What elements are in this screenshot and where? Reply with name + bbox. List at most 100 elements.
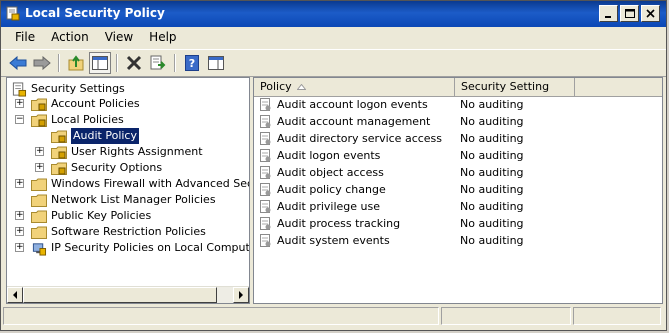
list-item[interactable]: Audit account management No auditing <box>254 113 662 130</box>
locked-folder-icon <box>51 130 67 143</box>
arrow-right-icon <box>239 291 243 299</box>
policy-setting: No auditing <box>460 149 524 162</box>
back-button[interactable] <box>7 52 29 74</box>
delete-button[interactable] <box>123 52 145 74</box>
scroll-left-button[interactable] <box>7 287 23 303</box>
toolbar-separator <box>58 54 60 72</box>
tree-expander[interactable]: + <box>15 227 24 236</box>
locked-folder-icon <box>31 98 47 111</box>
policy-name: Audit directory service access <box>277 132 443 145</box>
tree-item-label: Public Key Policies <box>51 209 152 222</box>
list-item[interactable]: Audit directory service access No auditi… <box>254 130 662 147</box>
up-one-level-button[interactable] <box>65 52 87 74</box>
tree-item-public-key-policies[interactable]: Public Key Policies <box>31 208 151 224</box>
list-item[interactable]: Audit process tracking No auditing <box>254 215 662 232</box>
delete-x-icon <box>126 55 142 71</box>
policy-setting: No auditing <box>460 132 524 145</box>
arrow-left-icon <box>13 291 17 299</box>
tree-item-network-list-manager[interactable]: Network List Manager Policies <box>31 192 216 208</box>
minimize-icon <box>605 16 611 18</box>
tree-root[interactable]: Security Settings <box>11 81 125 97</box>
tree-item-label: Network List Manager Policies <box>51 193 216 206</box>
show-hide-console-tree-button[interactable] <box>89 52 111 74</box>
help-button[interactable]: ? <box>181 52 203 74</box>
tree-expander[interactable]: + <box>35 163 44 172</box>
title-bar[interactable]: Local Security Policy <box>1 1 666 27</box>
show-action-pane-button[interactable] <box>205 52 227 74</box>
menu-view[interactable]: View <box>97 30 141 44</box>
tree-item-ip-security[interactable]: IP Security Policies on Local Computer <box>31 240 249 256</box>
policy-icon <box>260 131 271 145</box>
toolbar: ? <box>1 49 666 77</box>
policy-icon <box>260 233 271 247</box>
column-header-label: Policy <box>260 80 292 93</box>
tree-expander[interactable]: + <box>15 211 24 220</box>
locked-folder-open-icon <box>31 114 47 127</box>
back-arrow-icon <box>9 56 27 70</box>
menu-help[interactable]: Help <box>141 30 184 44</box>
tree-item-user-rights-assignment[interactable]: User Rights Assignment <box>51 144 203 160</box>
security-settings-icon <box>12 81 27 97</box>
tree-expander[interactable]: + <box>35 147 44 156</box>
tree-item-windows-firewall[interactable]: Windows Firewall with Advanced Security <box>31 176 249 192</box>
policy-icon <box>260 199 271 213</box>
status-panel <box>441 307 571 325</box>
policy-setting: No auditing <box>460 234 524 247</box>
tree-expander[interactable]: + <box>15 179 24 188</box>
toolbar-separator <box>116 54 118 72</box>
folder-icon <box>31 194 47 207</box>
tree-item-label: Security Options <box>71 161 163 174</box>
tree-item-security-options[interactable]: Security Options <box>51 160 162 176</box>
forward-button[interactable] <box>31 52 53 74</box>
list-item[interactable]: Audit policy change No auditing <box>254 181 662 198</box>
help-icon: ? <box>185 55 199 71</box>
minimize-button[interactable] <box>599 5 618 22</box>
policy-name: Audit logon events <box>277 149 381 162</box>
tree-item-label: Local Policies <box>51 113 124 126</box>
policy-setting: No auditing <box>460 166 524 179</box>
close-button[interactable] <box>641 5 660 22</box>
tree-item-label: Windows Firewall with Advanced Security <box>51 177 249 190</box>
export-list-icon <box>150 55 166 70</box>
column-header-security-setting[interactable]: Security Setting <box>455 78 575 96</box>
up-folder-icon <box>68 55 84 71</box>
status-bar <box>1 307 666 327</box>
scroll-right-button[interactable] <box>233 287 249 303</box>
details-pane: Policy Security Setting Audit account lo… <box>253 77 663 304</box>
tree-item-local-policies[interactable]: Local Policies <box>31 112 124 128</box>
policy-icon <box>260 114 271 128</box>
tree-item-account-policies[interactable]: Account Policies <box>31 96 140 112</box>
tree-item-audit-policy[interactable]: Audit Policy <box>51 128 139 144</box>
list-item[interactable]: Audit account logon events No auditing <box>254 96 662 113</box>
maximize-icon <box>624 9 635 18</box>
policy-icon <box>260 216 271 230</box>
console-tree: Security Settings + Account Policies − L… <box>6 77 250 304</box>
list-item[interactable]: Audit object access No auditing <box>254 164 662 181</box>
policy-icon <box>260 97 271 111</box>
export-list-button[interactable] <box>147 52 169 74</box>
tree-expander[interactable]: + <box>15 99 24 108</box>
column-header-policy[interactable]: Policy <box>254 78 455 96</box>
tree-expander[interactable]: + <box>15 243 24 252</box>
tree-item-label: Software Restriction Policies <box>51 225 206 238</box>
action-pane-icon <box>208 56 224 70</box>
tree-horizontal-scrollbar[interactable] <box>7 286 249 303</box>
svg-text:?: ? <box>189 57 195 70</box>
security-policy-app-icon <box>6 6 20 21</box>
tree-item-software-restriction[interactable]: Software Restriction Policies <box>31 224 206 240</box>
scroll-thumb[interactable] <box>23 287 217 303</box>
policy-name: Audit system events <box>277 234 390 247</box>
list-header: Policy Security Setting <box>254 78 662 97</box>
list-item[interactable]: Audit system events No auditing <box>254 232 662 249</box>
menu-action[interactable]: Action <box>43 30 97 44</box>
policy-setting: No auditing <box>460 98 524 111</box>
ip-security-icon <box>32 242 47 256</box>
maximize-button[interactable] <box>620 5 639 22</box>
list-item[interactable]: Audit privilege use No auditing <box>254 198 662 215</box>
policy-name: Audit account logon events <box>277 98 428 111</box>
tree-expander[interactable]: − <box>15 115 24 124</box>
tree-item-label: User Rights Assignment <box>71 145 203 158</box>
window-title: Local Security Policy <box>25 6 165 20</box>
menu-file[interactable]: File <box>7 30 43 44</box>
list-item[interactable]: Audit logon events No auditing <box>254 147 662 164</box>
